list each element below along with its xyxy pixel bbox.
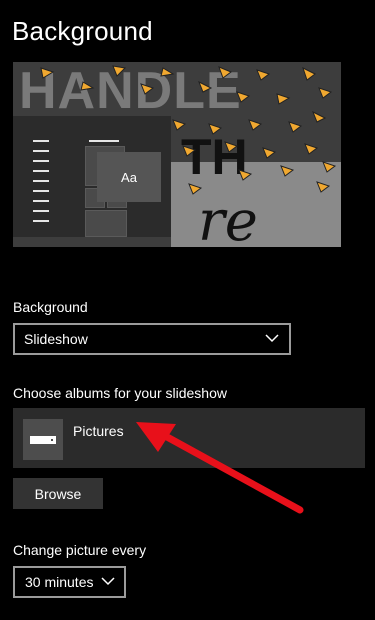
preview-divider — [89, 140, 119, 142]
page-title: Background — [12, 16, 153, 46]
albums-label: Choose albums for your slideshow — [13, 385, 227, 401]
background-type-dropdown[interactable]: Slideshow — [13, 323, 291, 355]
album-name: Pictures — [73, 423, 124, 439]
preview-tile-aa: Aa — [97, 152, 161, 202]
preview-start-menu: Aa — [13, 116, 171, 237]
interval-value: 30 minutes — [25, 574, 94, 590]
chevron-down-icon — [265, 334, 279, 343]
interval-label: Change picture every — [13, 542, 147, 558]
album-item-pictures[interactable]: Pictures — [13, 408, 365, 468]
wallpaper-text-2: TH — [181, 129, 248, 185]
background-label: Background — [13, 299, 88, 315]
background-type-value: Slideshow — [24, 331, 88, 347]
preview-app-list — [21, 140, 51, 230]
browse-button[interactable]: Browse — [13, 478, 103, 509]
wallpaper-text-3: re — [198, 189, 258, 247]
background-preview: HANDLE TH re Aa — [13, 62, 341, 247]
interval-dropdown[interactable]: 30 minutes — [13, 566, 126, 598]
wallpaper-text-1: HANDLE — [19, 62, 242, 120]
drive-icon — [23, 419, 63, 460]
chevron-down-icon — [101, 577, 115, 586]
